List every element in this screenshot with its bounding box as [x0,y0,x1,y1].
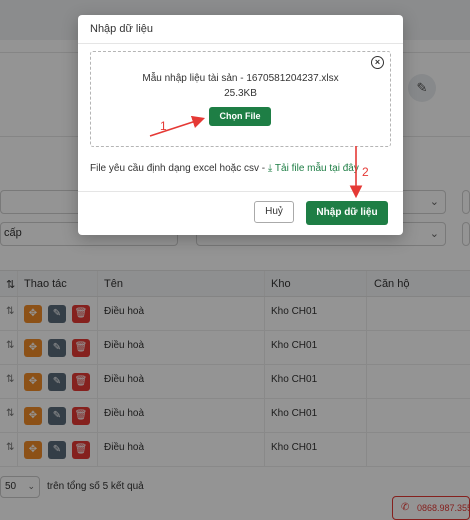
annotation-number-2: 2 [362,165,369,179]
format-hint: File yêu cầu định dạng excel hoặc csv - … [90,163,359,174]
import-modal: Nhập dữ liệu × Mẫu nhập liệu tài sản - 1… [78,15,403,235]
annotation-number-1: 1 [160,119,167,133]
selected-file-name: Mẫu nhập liệu tài sản - 1670581204237.xl… [142,73,339,84]
cancel-button[interactable]: Huỷ [254,201,294,223]
choose-file-button[interactable]: Chọn File [209,107,271,126]
format-hint-text: File yêu cầu định dạng excel hoặc csv - [90,163,268,174]
import-button[interactable]: Nhập dữ liệu [306,201,388,225]
file-dropzone[interactable]: × Mẫu nhập liệu tài sản - 1670581204237.… [90,51,391,147]
remove-file-icon[interactable]: × [371,56,384,69]
modal-title: Nhập dữ liệu [78,15,403,44]
selected-file-size: 25.3KB [224,88,257,99]
download-icon[interactable]: ⤓ [268,163,272,174]
footer-divider [78,191,403,192]
download-template-link[interactable]: Tải file mẫu tại đây [275,163,359,174]
